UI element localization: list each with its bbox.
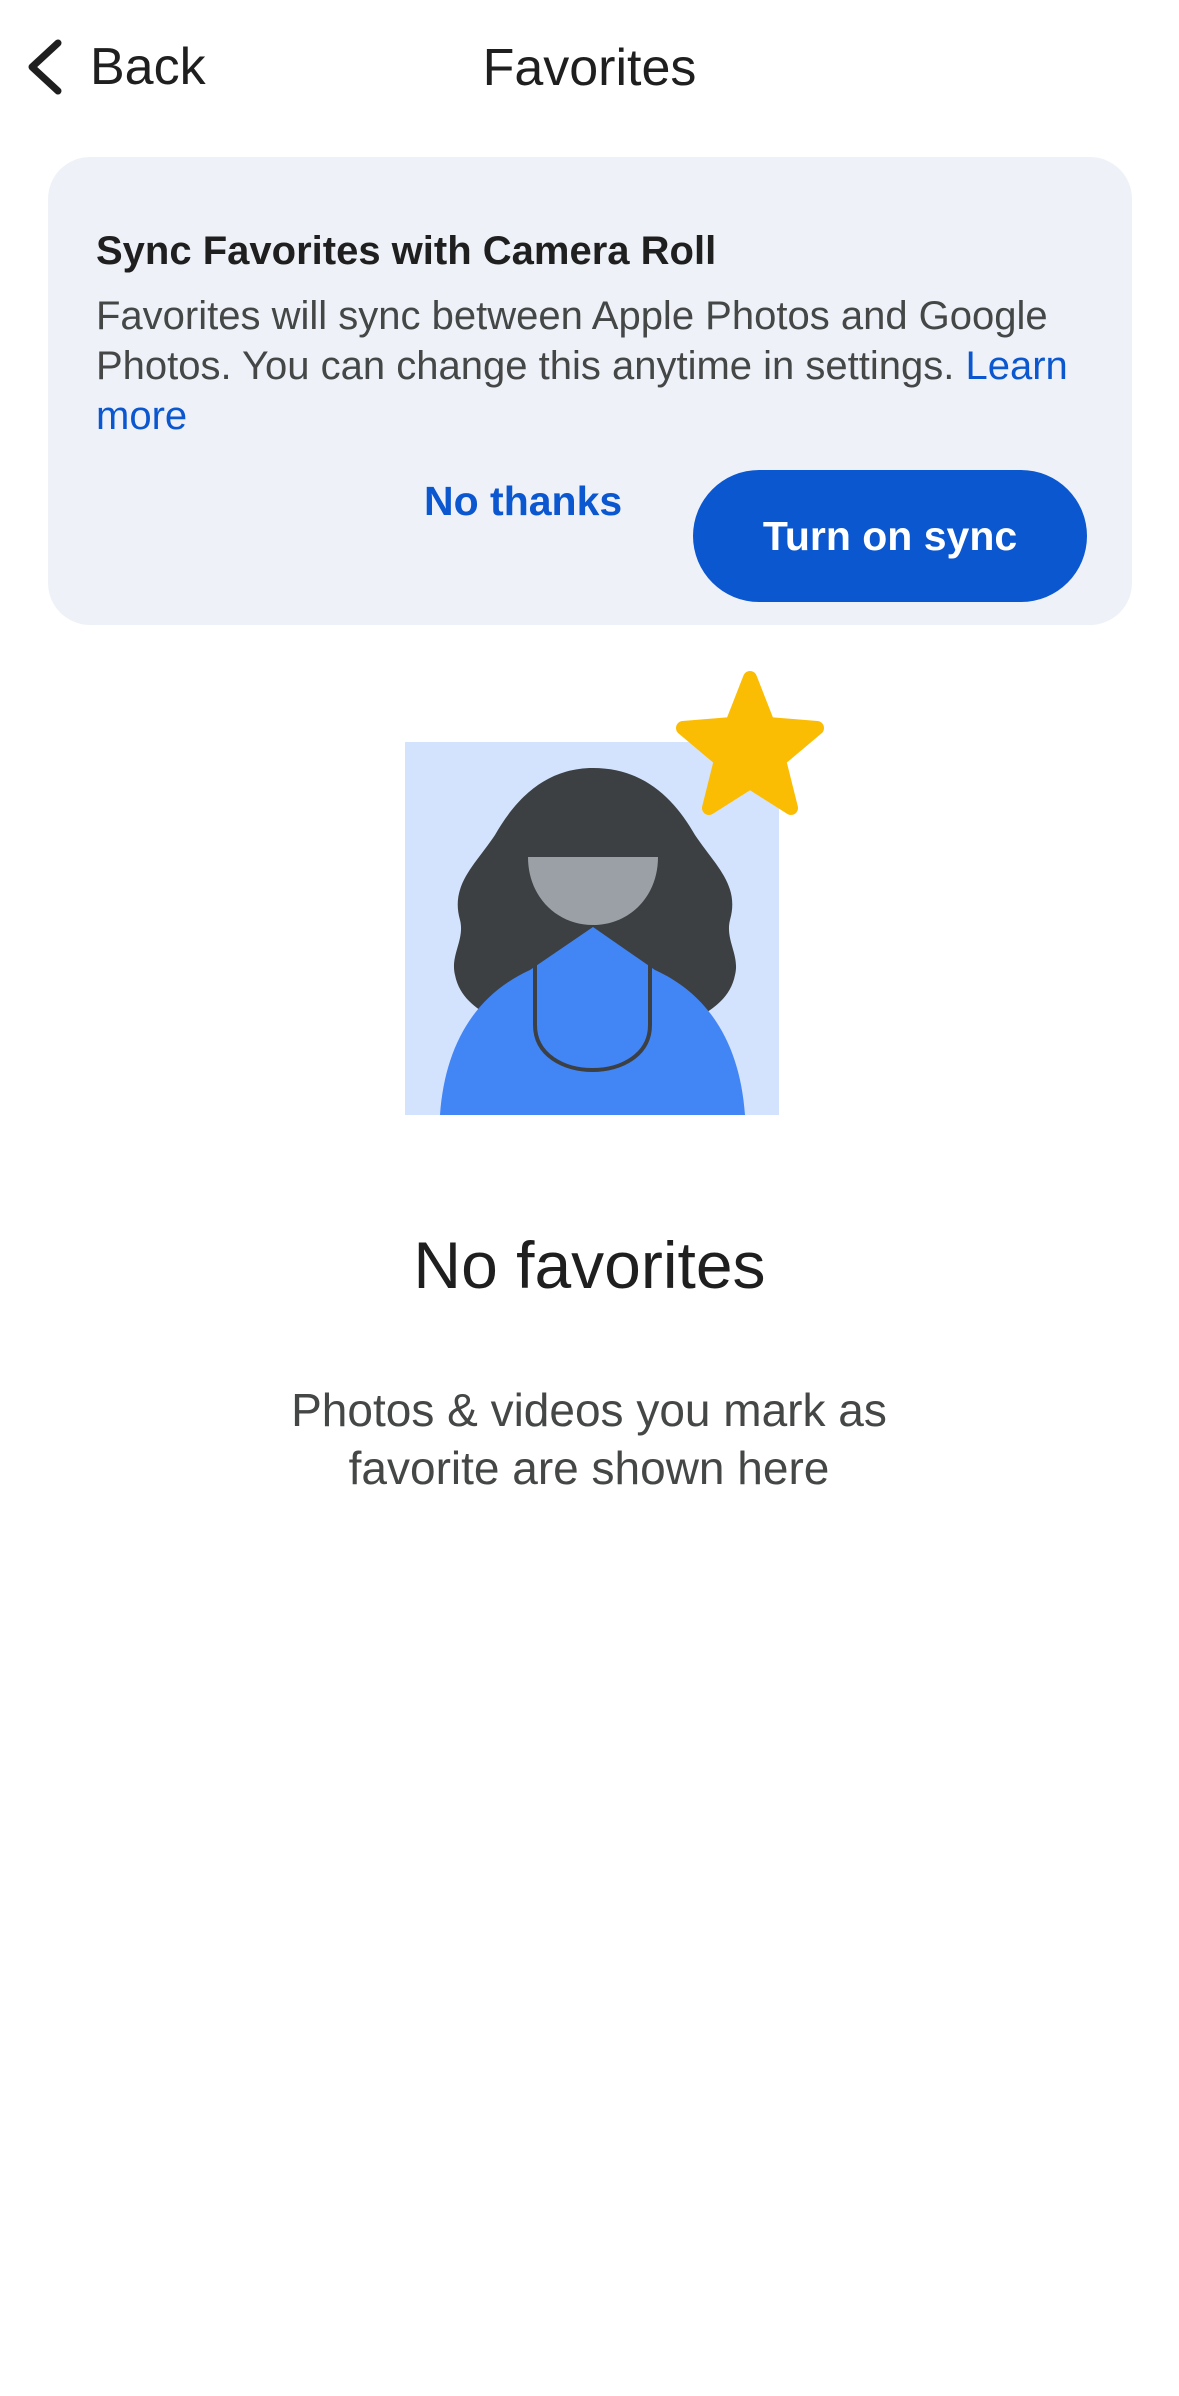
- turn-on-sync-button[interactable]: Turn on sync: [693, 470, 1087, 602]
- empty-state-title: No favorites: [413, 1228, 766, 1302]
- page-title: Favorites: [482, 39, 697, 97]
- favorite-person-star-icon: [405, 671, 824, 1115]
- sync-card-title: Sync Favorites with Camera Roll: [96, 229, 717, 273]
- sync-card-description: Favorites will sync between Apple Photos…: [96, 291, 1096, 441]
- no-thanks-button[interactable]: No thanks: [412, 471, 634, 531]
- sync-favorites-card: Sync Favorites with Camera Roll Favorite…: [48, 157, 1132, 625]
- sync-card-body-text: Favorites will sync between Apple Photos…: [96, 294, 1048, 388]
- empty-state-subtitle: Photos & videos you mark as favorite are…: [291, 1384, 887, 1494]
- top-bar: Back Favorites: [0, 0, 1179, 135]
